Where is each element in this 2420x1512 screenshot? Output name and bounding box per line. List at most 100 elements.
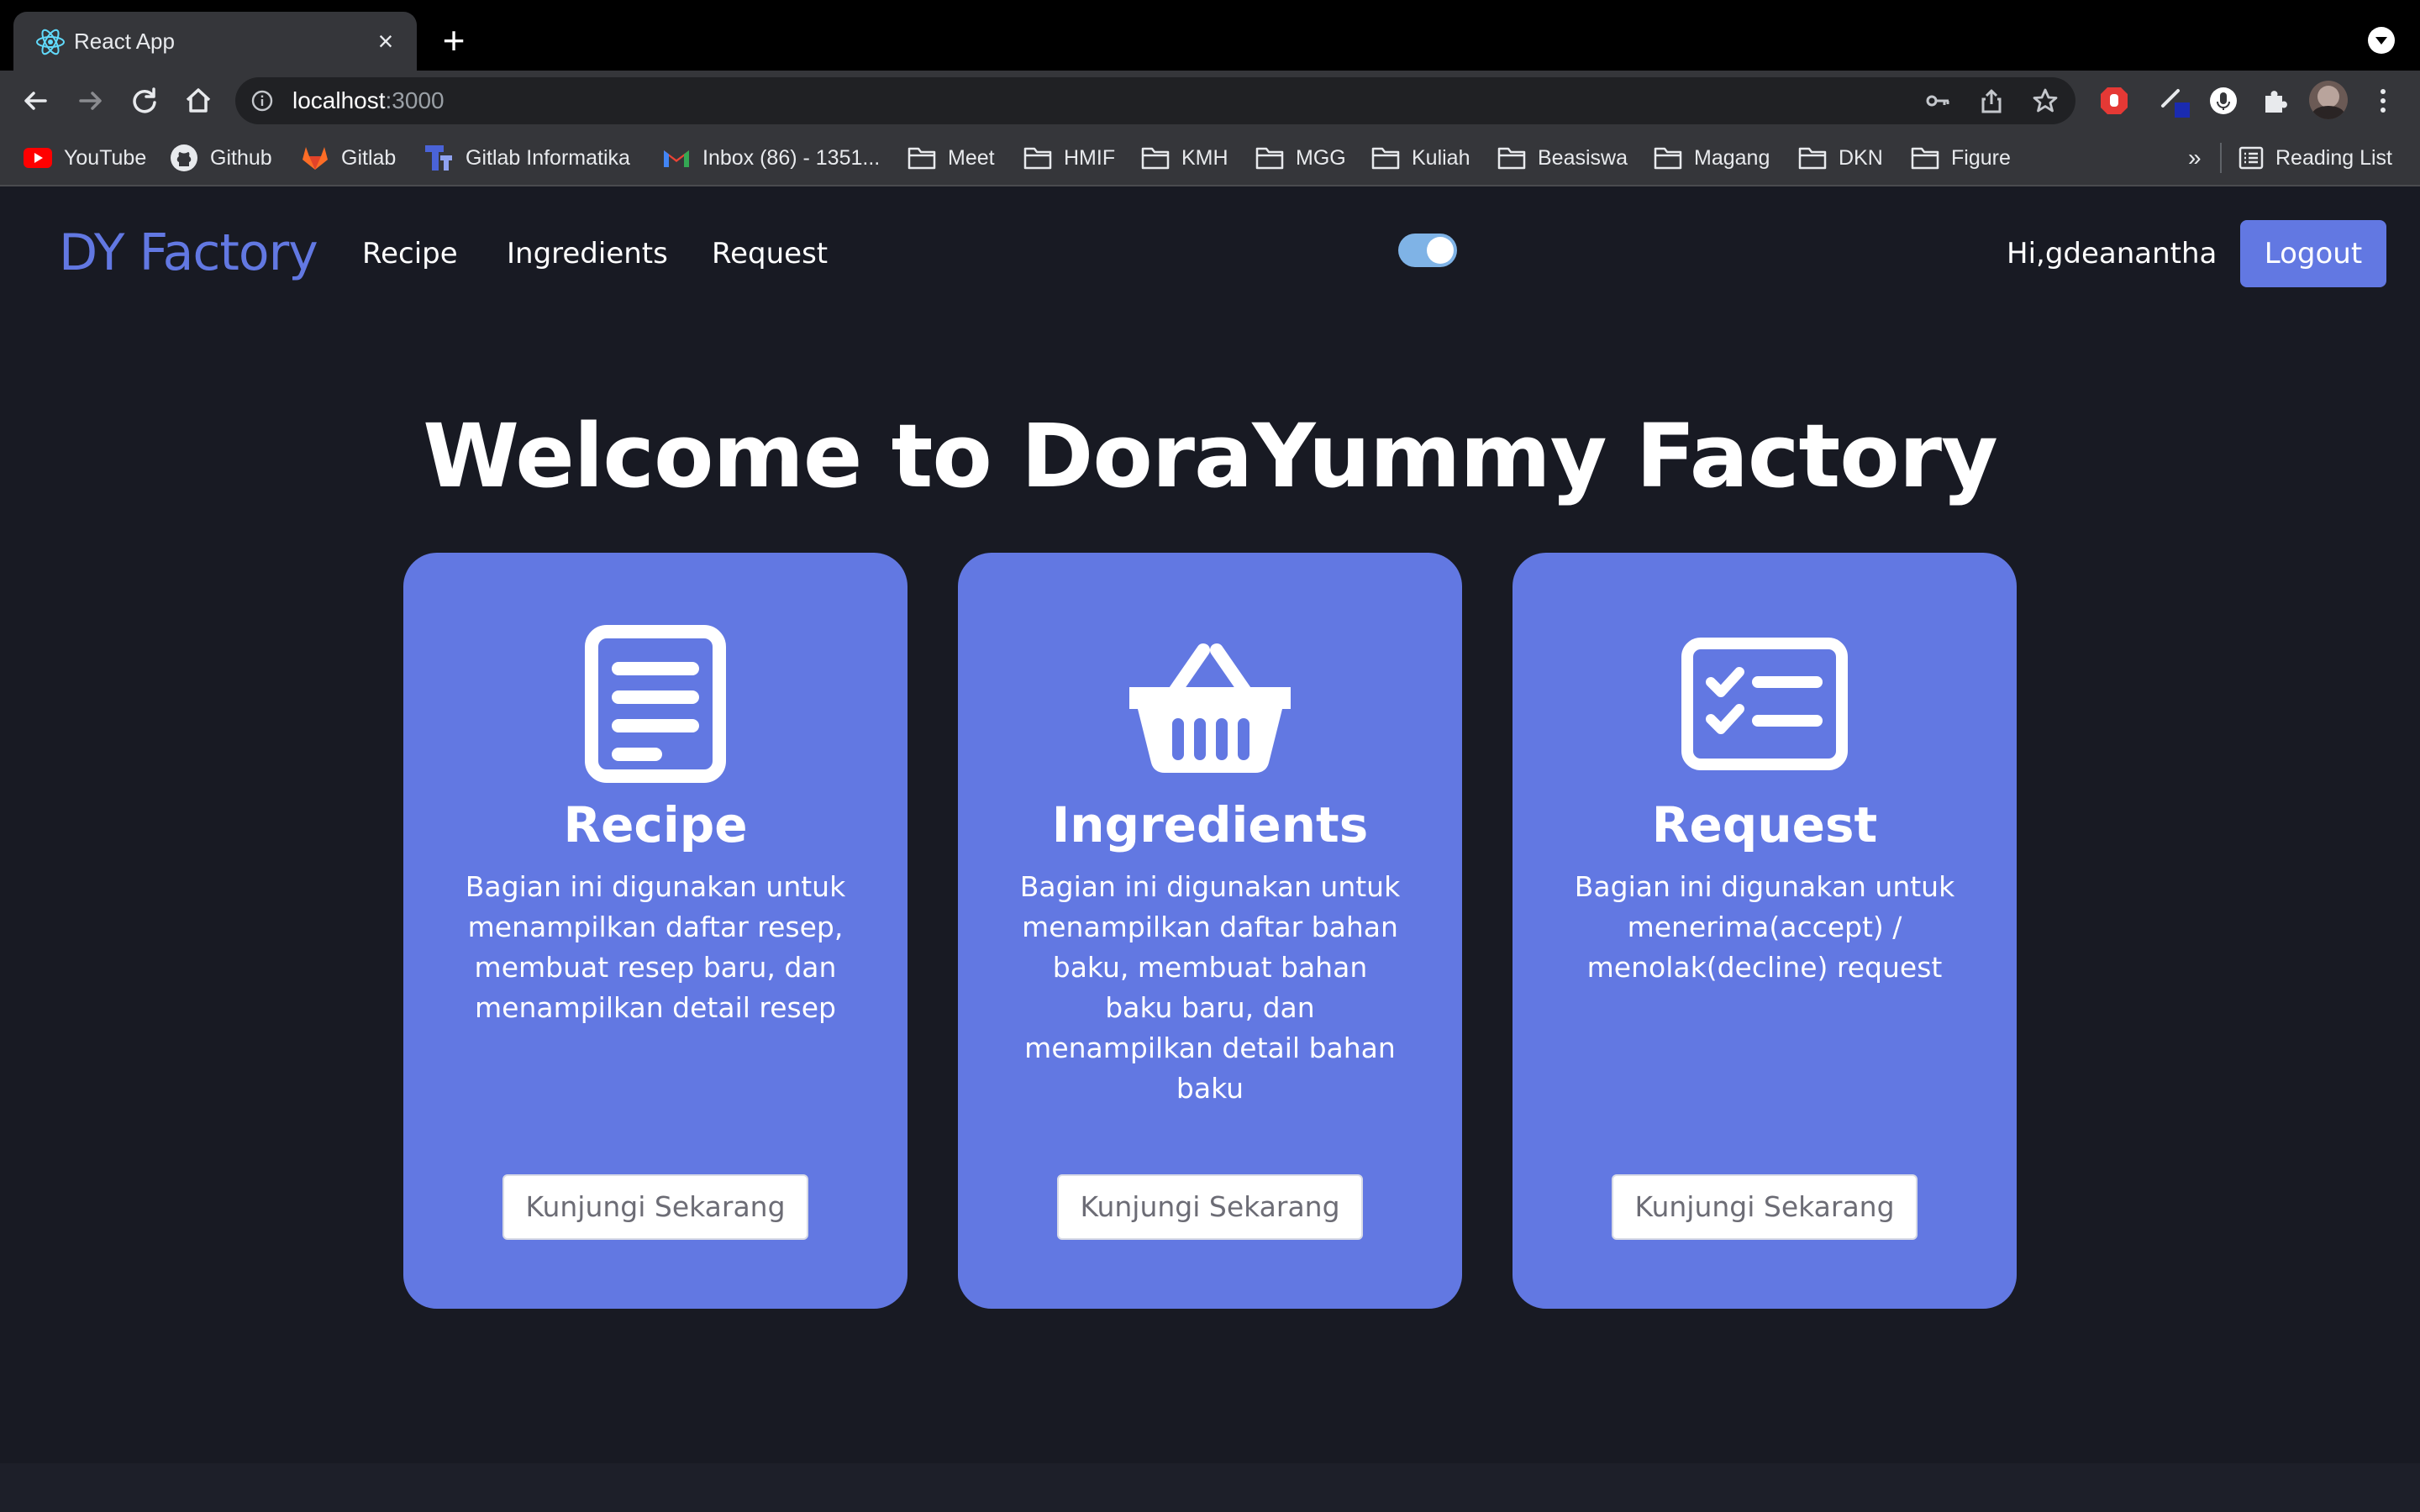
tab-title: React App: [74, 29, 175, 54]
bookmark-inbox[interactable]: Inbox (86) - 1351...: [662, 131, 880, 185]
tab-search-icon[interactable]: [2368, 27, 2395, 54]
bookmark-folder-dkn[interactable]: DKN: [1798, 131, 1883, 185]
bookmark-label: Magang: [1694, 145, 1770, 170]
back-icon[interactable]: [17, 82, 54, 119]
card-description: Bagian ini digunakan untuk menerima(acce…: [1574, 870, 1955, 984]
react-icon: [36, 29, 65, 55]
folder-icon: [1255, 147, 1284, 170]
folder-icon: [1497, 147, 1526, 170]
visit-recipe-button[interactable]: Kunjungi Sekarang: [502, 1174, 808, 1240]
forward-icon[interactable]: [72, 82, 109, 119]
bookmark-folder-kmh[interactable]: KMH: [1141, 131, 1228, 185]
profile-avatar[interactable]: [2309, 81, 2348, 119]
bookmark-gitlab[interactable]: Gitlab: [301, 131, 396, 185]
reading-list-label: Reading List: [2275, 145, 2392, 170]
bookmark-folder-meet[interactable]: Meet: [908, 131, 995, 185]
bookmark-folder-figure[interactable]: Figure: [1911, 131, 2011, 185]
url-text: localhost:3000: [292, 77, 445, 124]
site-info-icon[interactable]: [250, 89, 274, 113]
nav-link-recipe[interactable]: Recipe: [362, 237, 458, 270]
gitlab-icon: [302, 147, 328, 170]
bookmark-label: Beasiswa: [1538, 145, 1628, 170]
folder-icon: [1798, 147, 1827, 170]
bookmarks-overflow-button[interactable]: »: [2188, 131, 2202, 185]
bookmark-label: KMH: [1181, 145, 1228, 170]
bookmark-label: DKN: [1839, 145, 1883, 170]
bookmark-label: Github: [210, 145, 272, 170]
home-icon[interactable]: [180, 82, 217, 119]
user-greeting: Hi,gdeanantha: [2007, 237, 2217, 270]
basket-icon: [1129, 643, 1291, 773]
bookmark-label: Gitlab: [341, 145, 397, 170]
bookmark-label: YouTube: [64, 145, 147, 170]
color-picker-extension-icon[interactable]: [2156, 82, 2193, 124]
bookmarks-divider: [2220, 143, 2222, 173]
card-recipe: Recipe Bagian ini digunakan untuk menamp…: [403, 553, 908, 1309]
card-description: Bagian ini digunakan untuk menampilkan d…: [465, 870, 846, 1024]
bookmark-star-icon[interactable]: [2030, 86, 2060, 116]
card-description: Bagian ini digunakan untuk menampilkan d…: [1019, 870, 1401, 1105]
nav-link-ingredients[interactable]: Ingredients: [507, 237, 668, 270]
avatar-shoulders: [2312, 106, 2344, 119]
github-icon: [171, 144, 197, 171]
reading-list-icon: [2238, 146, 2264, 170]
card-title: Ingredients: [1051, 796, 1369, 853]
bookmark-folder-magang[interactable]: Magang: [1654, 131, 1770, 185]
card-request: Request Bagian ini digunakan untuk mener…: [1512, 553, 2017, 1309]
youtube-icon: [24, 148, 52, 168]
theme-toggle[interactable]: [1398, 234, 1457, 267]
avatar-face: [2317, 86, 2339, 108]
url-port: :3000: [385, 87, 445, 113]
bookmark-label: Inbox (86) - 1351...: [702, 145, 881, 170]
adblock-extension-icon[interactable]: [2097, 84, 2131, 118]
share-icon[interactable]: [1976, 86, 2007, 116]
url-host: localhost: [292, 87, 386, 113]
visit-request-button[interactable]: Kunjungi Sekarang: [1612, 1174, 1918, 1240]
address-bar[interactable]: localhost:3000: [235, 77, 2075, 124]
bookmark-label: Kuliah: [1412, 145, 1470, 170]
close-tab-icon[interactable]: ×: [370, 25, 402, 57]
reload-icon[interactable]: [126, 82, 163, 119]
bookmark-folder-beasiswa[interactable]: Beasiswa: [1497, 131, 1628, 185]
gitlab-informatika-icon: [425, 145, 452, 171]
visit-ingredients-button[interactable]: Kunjungi Sekarang: [1057, 1174, 1363, 1240]
bookmark-youtube[interactable]: YouTube: [24, 131, 146, 185]
footer: [0, 1463, 2420, 1512]
folder-icon: [1141, 147, 1170, 170]
bookmark-label: HMIF: [1064, 145, 1116, 170]
card-ingredients: Ingredients Bagian ini digunakan untuk m…: [958, 553, 1462, 1309]
folder-icon: [1023, 147, 1052, 170]
voice-extension-icon[interactable]: [2207, 84, 2240, 118]
checklist-icon: [1681, 638, 1848, 770]
nav-link-request[interactable]: Request: [712, 237, 828, 270]
reading-list-button[interactable]: Reading List: [2238, 131, 2392, 185]
extensions-puzzle-icon[interactable]: [2259, 84, 2292, 118]
folder-icon: [1911, 147, 1939, 170]
page-title: Welcome to DoraYummy Factory: [423, 405, 1998, 507]
brand-logo[interactable]: DY Factory: [59, 223, 318, 282]
folder-icon: [908, 147, 936, 170]
folder-icon: [1371, 147, 1400, 170]
gmail-icon: [664, 150, 689, 167]
folder-icon: [1654, 147, 1682, 170]
bookmark-folder-kuliah[interactable]: Kuliah: [1371, 131, 1470, 185]
bookmark-github[interactable]: Github: [170, 131, 272, 185]
bookmark-gitlab-informatika[interactable]: Gitlab Informatika: [425, 131, 630, 185]
new-tab-button[interactable]: +: [434, 20, 474, 60]
app-navbar: DY Factory Recipe Ingredients Request Hi…: [0, 186, 2420, 323]
bookmark-label: Gitlab Informatika: [466, 145, 630, 170]
key-icon[interactable]: [1923, 86, 1953, 116]
document-icon: [585, 625, 726, 783]
bookmark-label: Figure: [1951, 145, 2011, 170]
bookmark-label: Meet: [948, 145, 995, 170]
logout-button[interactable]: Logout: [2240, 220, 2386, 287]
card-title: Request: [1651, 796, 1878, 853]
toggle-knob: [1427, 237, 1454, 264]
browser-menu-icon[interactable]: [2368, 84, 2398, 118]
browser-tab[interactable]: React App ×: [13, 12, 417, 71]
browser-tabstrip: React App × +: [0, 0, 2420, 71]
bookmark-folder-mgg[interactable]: MGG: [1255, 131, 1346, 185]
bookmark-folder-hmif[interactable]: HMIF: [1023, 131, 1115, 185]
bookmark-label: MGG: [1296, 145, 1346, 170]
bookmarks-bar: YouTube Github Gitlab Gitlab Informatika…: [0, 131, 2420, 186]
